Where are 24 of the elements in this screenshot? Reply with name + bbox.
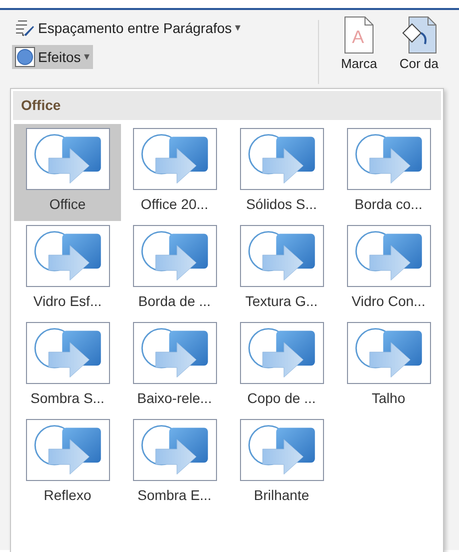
page-paint-bucket-icon (401, 16, 437, 54)
paragraph-spacing-icon (15, 19, 35, 37)
page-letter-icon: A (344, 16, 374, 54)
page-color-button[interactable]: Cor da (389, 16, 449, 84)
effect-option[interactable]: Sombra E... (121, 415, 228, 512)
effect-option[interactable]: Sólidos S... (228, 124, 335, 221)
effects-button[interactable]: Efeitos ▾ (12, 45, 93, 69)
effect-option[interactable]: Sombra S... (14, 318, 121, 415)
effect-option[interactable]: Vidro Con... (335, 221, 442, 318)
effect-option[interactable]: Borda de ... (121, 221, 228, 318)
effect-option[interactable]: Vidro Esf... (14, 221, 121, 318)
gallery-header: Office (13, 91, 441, 120)
circle-icon (15, 47, 35, 67)
watermark-button[interactable]: A Marca (329, 16, 389, 84)
effect-option[interactable]: Talho (335, 318, 442, 415)
effect-option[interactable]: Office 20... (121, 124, 228, 221)
effect-option[interactable]: Borda co... (335, 124, 442, 221)
effect-option[interactable]: Office (14, 124, 121, 221)
paragraph-spacing-button[interactable]: Espaçamento entre Parágrafos ▾ (12, 16, 244, 40)
effect-option[interactable]: Reflexo (14, 415, 121, 512)
effect-option[interactable]: Baixo-rele... (121, 318, 228, 415)
effect-option[interactable]: Copo de ... (228, 318, 335, 415)
effect-option[interactable]: Textura G... (228, 221, 335, 318)
effect-option[interactable]: Brilhante (228, 415, 335, 512)
